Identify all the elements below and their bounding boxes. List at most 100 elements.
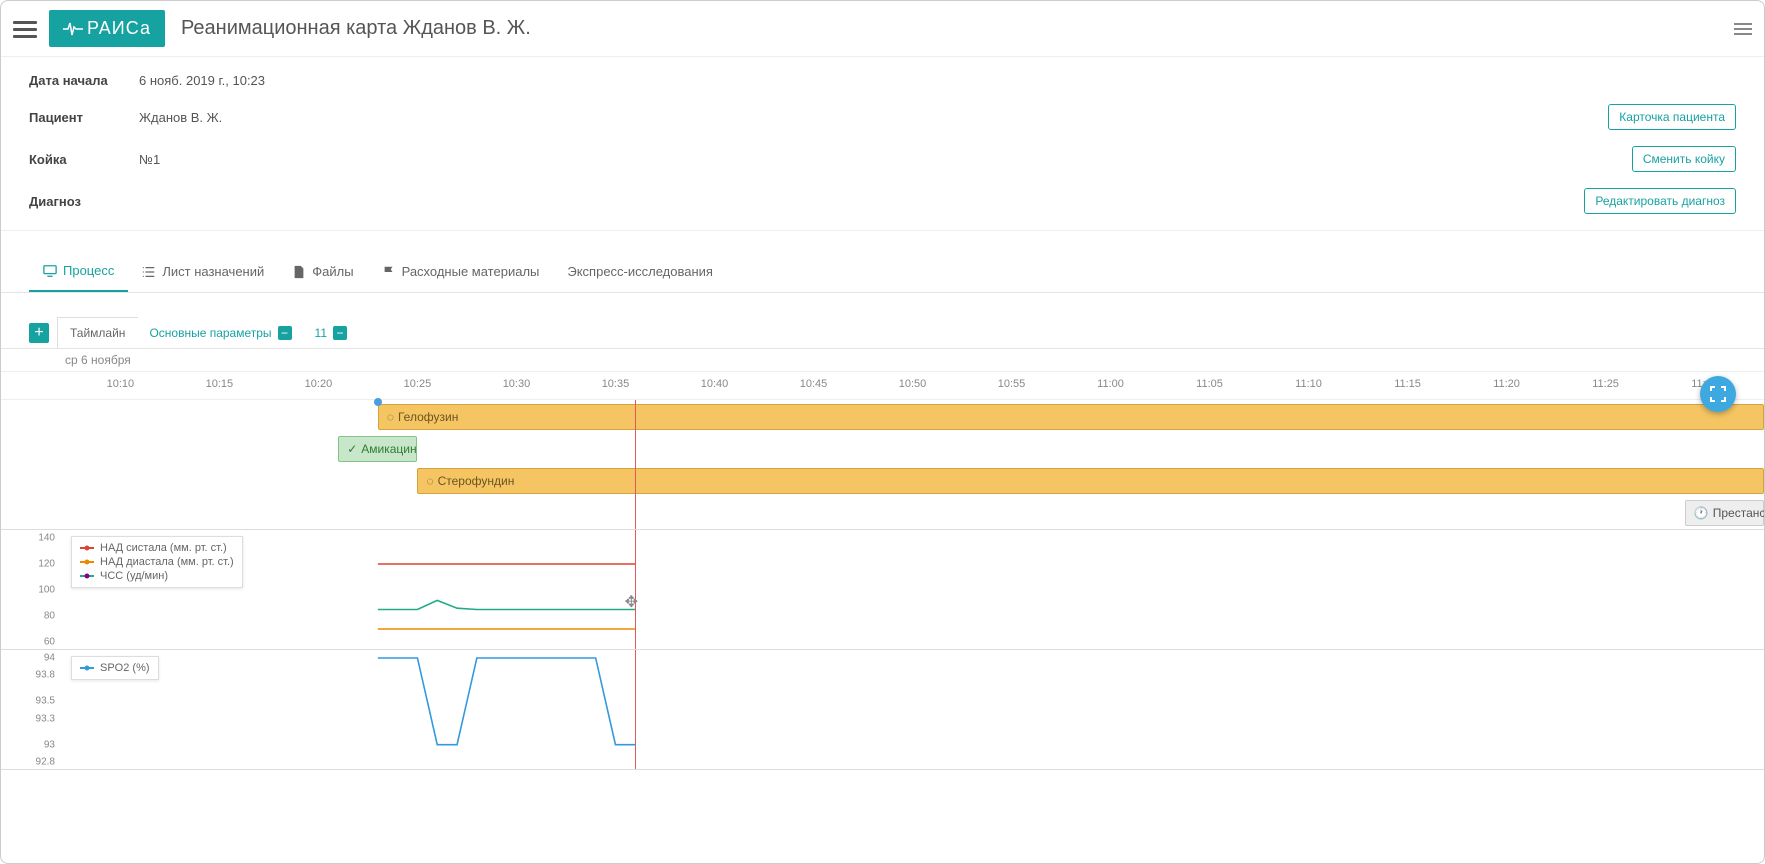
time-tick: 10:40 — [701, 378, 729, 390]
time-tick: 11:15 — [1394, 378, 1421, 390]
chart1-legend: НАД систала (мм. рт. ст.)НАД диастала (м… — [71, 536, 243, 588]
info-value: №1 — [139, 152, 1632, 167]
subtab-main-params[interactable]: Основные параметры − — [137, 318, 303, 348]
now-line — [635, 400, 636, 529]
info-row: ПациентЖданов В. Ж.Карточка пациента — [1, 96, 1764, 138]
fullscreen-fab[interactable] — [1700, 376, 1736, 412]
subtab-timeline[interactable]: Таймлайн — [57, 317, 138, 348]
tab-label: Файлы — [312, 264, 353, 279]
timeline-bar[interactable]: 🕐 Престанс — [1685, 500, 1764, 526]
time-tick: 10:35 — [602, 378, 630, 390]
patient-info-panel: Дата начала6 нояб. 2019 г., 10:23Пациент… — [1, 57, 1764, 231]
chart-line — [378, 600, 635, 609]
now-line — [635, 650, 636, 769]
time-tick: 10:10 — [107, 378, 135, 390]
app-logo[interactable]: РАИСа — [49, 10, 165, 47]
legend-swatch — [80, 561, 94, 563]
tab-Файлы[interactable]: Файлы — [278, 252, 367, 291]
time-tick: 11:00 — [1097, 378, 1124, 390]
expand-icon — [1709, 385, 1727, 403]
info-action-button[interactable]: Сменить койку — [1632, 146, 1736, 172]
chart2-plot — [61, 650, 1764, 770]
chart1-plot — [61, 530, 1764, 650]
y-tick: 93 — [44, 739, 55, 750]
add-tab-button[interactable]: + — [29, 323, 49, 343]
chart2-legend: SPO2 (%) — [71, 656, 159, 680]
vitals-chart-bp-hr[interactable]: ✥ 6080100120140 НАД систала (мм. рт. ст.… — [1, 530, 1764, 650]
spin-icon: ◌ — [426, 474, 433, 488]
y-tick: 92.8 — [36, 757, 55, 768]
sub-tabs: + Таймлайн Основные параметры − 11 − — [1, 317, 1764, 349]
legend-item: SPO2 (%) — [80, 661, 150, 675]
legend-item: ЧСС (уд/мин) — [80, 569, 234, 583]
time-tick: 10:30 — [503, 378, 531, 390]
hamburger-menu-icon[interactable] — [13, 17, 37, 41]
subtab-label: Основные параметры — [149, 326, 271, 340]
header: РАИСа Реанимационная карта Жданов В. Ж. — [1, 1, 1764, 57]
time-tick: 10:15 — [206, 378, 234, 390]
tab-label: Процесс — [63, 263, 114, 278]
move-cursor-icon: ✥ — [625, 592, 638, 612]
pulse-icon — [63, 21, 83, 37]
info-row: Диагноз Редактировать диагноз — [1, 180, 1764, 222]
right-menu-icon[interactable] — [1734, 20, 1752, 38]
y-tick: 93.3 — [36, 713, 55, 724]
tab-label: Лист назначений — [162, 264, 264, 279]
info-label: Пациент — [29, 110, 139, 125]
chart2-yaxis: 92.89393.393.593.894 — [1, 650, 61, 769]
y-tick: 60 — [44, 637, 55, 648]
timeline-body[interactable]: ◌ Гелофузин ✓ Амикацин ◌ Стерофундин 🕐 Престанс — [1, 400, 1764, 530]
timeline-bar[interactable]: ◌ Стерофундин — [417, 468, 1764, 494]
tab-label: Экспресс-исследования — [567, 264, 713, 279]
info-action-button[interactable]: Редактировать диагноз — [1584, 188, 1736, 214]
time-axis: 10:1010:1510:2010:2510:3010:3510:4010:45… — [1, 372, 1764, 400]
info-row: Койка№1Сменить койку — [1, 138, 1764, 180]
info-row: Дата начала6 нояб. 2019 г., 10:23 — [1, 65, 1764, 96]
tab-Процесс[interactable]: Процесс — [29, 251, 128, 292]
info-value: 6 нояб. 2019 г., 10:23 — [139, 73, 1736, 88]
time-tick: 11:05 — [1196, 378, 1223, 390]
legend-item: НАД систала (мм. рт. ст.) — [80, 541, 234, 555]
legend-swatch — [80, 667, 94, 669]
app-window: РАИСа Реанимационная карта Жданов В. Ж. … — [0, 0, 1765, 864]
chart-line — [378, 658, 635, 745]
info-label: Диагноз — [29, 194, 139, 209]
spin-icon: ◌ — [387, 410, 394, 424]
y-tick: 93.5 — [36, 696, 55, 707]
legend-swatch — [80, 575, 94, 577]
bar-label: Престанс — [1713, 506, 1765, 520]
time-tick: 10:25 — [404, 378, 432, 390]
vitals-chart-spo2[interactable]: 92.89393.393.593.894 SPO2 (%) — [1, 650, 1764, 770]
tab-label: Расходные материалы — [402, 264, 540, 279]
info-label: Дата начала — [29, 73, 139, 88]
clock-icon: 🕐 — [1694, 506, 1709, 520]
time-tick: 10:20 — [305, 378, 333, 390]
time-tick: 10:55 — [998, 378, 1026, 390]
timeline-date: ср 6 ноября — [1, 349, 1764, 372]
tab-Расходные материалы[interactable]: Расходные материалы — [368, 252, 554, 291]
check-icon: ✓ — [347, 442, 357, 456]
timeline-bar[interactable]: ◌ Гелофузин — [378, 404, 1764, 430]
bar-label: Гелофузин — [398, 410, 458, 424]
time-tick: 11:10 — [1295, 378, 1322, 390]
bar-label: Амикацин — [361, 442, 416, 456]
tab-Экспресс-исследования[interactable]: Экспресс-исследования — [553, 252, 727, 291]
logo-text: РАИСа — [87, 18, 151, 39]
now-line — [635, 530, 636, 649]
info-label: Койка — [29, 152, 139, 167]
chart1-yaxis: 6080100120140 — [1, 530, 61, 649]
legend-label: SPO2 (%) — [100, 662, 150, 674]
main-tabs: Процесс Лист назначений Файлы Расходные мат… — [1, 251, 1764, 293]
subtab-count[interactable]: 11 − — [303, 318, 359, 348]
info-action-button[interactable]: Карточка пациента — [1608, 104, 1736, 130]
page-title: Реанимационная карта Жданов В. Ж. — [181, 17, 531, 40]
subtab-label: Таймлайн — [70, 326, 125, 340]
subtab-count-label: 11 — [315, 326, 327, 340]
timeline-bar[interactable]: ✓ Амикацин — [338, 436, 417, 462]
minus-icon[interactable]: − — [333, 326, 347, 340]
bar-label: Стерофундин — [438, 474, 515, 488]
tab-Лист назначений[interactable]: Лист назначений — [128, 252, 278, 291]
time-tick: 11:25 — [1592, 378, 1619, 390]
minus-icon[interactable]: − — [278, 326, 292, 340]
legend-item: НАД диастала (мм. рт. ст.) — [80, 555, 234, 569]
